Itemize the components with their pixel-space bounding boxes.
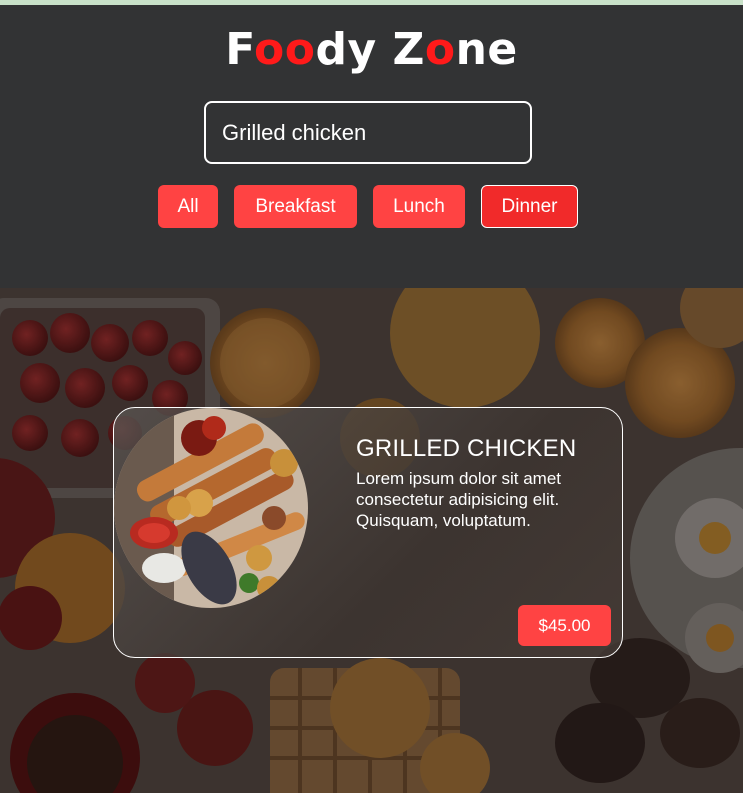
food-title: GRILLED CHICKEN <box>356 435 577 462</box>
food-image <box>114 408 308 608</box>
food-description: Lorem ipsum dolor sit amet consectetur a… <box>356 469 562 530</box>
filter-dinner-button[interactable]: Dinner <box>481 185 578 228</box>
filter-all-button[interactable]: All <box>158 185 218 228</box>
app-logo: Foody Zone <box>225 24 518 75</box>
header: Foody Zone All Breakfast Lunch Dinner <box>0 5 743 288</box>
filter-lunch-button[interactable]: Lunch <box>373 185 465 228</box>
search-input[interactable] <box>204 101 532 164</box>
food-card: GRILLED CHICKEN Lorem ipsum dolor sit am… <box>113 407 623 658</box>
filter-bar: All Breakfast Lunch Dinner <box>0 185 743 228</box>
food-results-section: GRILLED CHICKEN Lorem ipsum dolor sit am… <box>0 288 743 793</box>
price-button[interactable]: $45.00 <box>518 605 611 646</box>
filter-breakfast-button[interactable]: Breakfast <box>234 185 357 228</box>
